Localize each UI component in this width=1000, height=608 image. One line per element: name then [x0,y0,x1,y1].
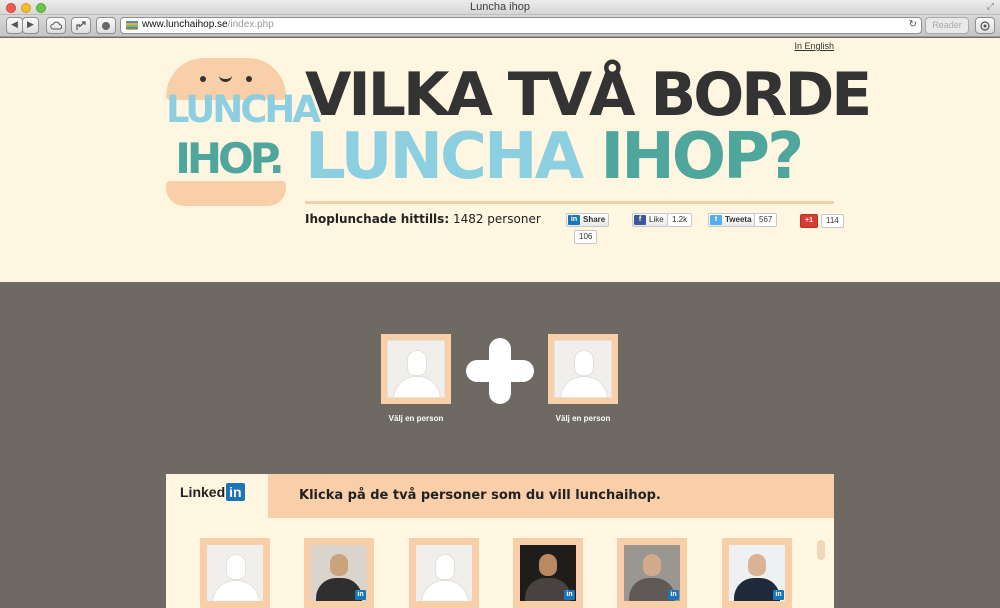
linkedin-badge-icon: in [773,590,784,600]
person-card[interactable]: in [304,538,374,608]
person-card[interactable]: in [722,538,792,608]
person-photo: in [311,545,367,601]
facebook-like-label: Like [649,215,664,224]
cloud-icon [50,21,63,30]
headline-line-1: VILKA TVÅ BORDE [305,60,872,130]
empty-avatar [554,340,612,398]
linkedin-logo-in: in [226,483,245,501]
linkedin-logo: Linked in [180,483,245,501]
logo-text-luncha: LUNCHA [166,88,321,131]
person-photo: in [729,545,785,601]
google-plus-icon: +1 [805,217,813,224]
person-picker: Välj en person Välj en person [0,282,1000,472]
logo-smile [219,74,232,82]
headline-line-2: LUNCHA IHOP? [305,120,804,194]
headline-word-luncha: LUNCHA [305,120,584,194]
browser-toolbar: ◀ ▶ www.lunchaihop.se/index.php ↻ Reader [0,15,1000,37]
url-domain: www.lunchaihop.se [142,19,228,30]
reload-icon[interactable]: ↻ [909,19,917,30]
person-card[interactable] [200,538,270,608]
linkedin-share-label: Share [583,215,606,224]
downloads-button[interactable] [975,17,995,34]
logo-eye-left [200,76,206,82]
fullscreen-icon[interactable]: ⤢ [987,2,994,12]
silhouette-body-icon [213,581,259,601]
silhouette-head-icon [436,555,454,579]
person-slot-1-label: Välj en person [388,414,444,423]
address-text: www.lunchaihop.se/index.php [142,19,274,30]
plus-icon-horizontal [466,360,534,382]
forward-arrow-icon: ▶ [27,20,34,30]
linkedin-logo-text: Linked [180,484,226,500]
google-plus-count: 114 [821,214,844,228]
back-button[interactable]: ◀ [6,17,23,34]
linkedin-connections-panel: Linked in Klicka på de två personer som d… [166,474,834,608]
twitter-tweet-button[interactable]: t Tweeta [708,213,756,227]
google-plus-button[interactable]: +1 [800,214,818,228]
downloads-icon [980,21,990,31]
window-title: Luncha ihop [470,1,530,13]
photo-head [539,554,557,576]
logo-eye-right [246,76,252,82]
icloud-tabs-button[interactable] [46,17,66,34]
reader-button[interactable]: Reader [925,17,969,34]
linkedin-badge-icon: in [564,590,575,600]
person-photo: in [624,545,680,601]
address-bar[interactable]: www.lunchaihop.se/index.php ↻ [120,17,922,34]
luncha-ihop-logo[interactable]: LUNCHA IHOP. [166,58,321,206]
empty-avatar [387,340,445,398]
panel-instruction: Klicka på de två personer som du vill lu… [299,488,661,503]
url-path: /index.php [227,19,274,30]
person-slot-1[interactable] [381,334,451,404]
linkedin-badge-icon: in [668,590,679,600]
back-arrow-icon: ◀ [11,20,18,30]
page-header: In English LUNCHA IHOP. VILKA TVÅ BORDE … [0,38,1000,282]
photo-head [330,554,348,576]
counter-value: 1482 personer [452,212,541,226]
silhouette-body-icon [422,581,468,601]
empty-avatar [207,545,263,601]
logo-bun-bottom [166,181,286,206]
silhouette-head-icon [575,351,593,375]
facebook-like-count: 1.2k [667,213,693,227]
linkedin-badge-icon: in [355,590,366,600]
person-card[interactable]: in [617,538,687,608]
top-sites-icon [102,22,110,30]
empty-avatar [416,545,472,601]
facebook-icon: f [634,215,646,225]
person-slot-2-label: Välj en person [555,414,611,423]
window-titlebar: Luncha ihop ⤢ [0,0,1000,15]
in-english-link[interactable]: In English [794,41,834,51]
linkedin-share-count: 106 [574,230,598,244]
silhouette-body-icon [561,377,607,397]
top-sites-button[interactable] [96,17,116,34]
share-page-button[interactable] [71,17,91,34]
facebook-like-button[interactable]: f Like [632,213,668,227]
silhouette-body-icon [394,377,440,397]
logo-text-ihop: IHOP. [175,134,285,183]
person-card[interactable] [409,538,479,608]
headline-divider [305,201,834,204]
share-arrow-icon [75,21,86,30]
linkedin-share-button[interactable]: in Share [566,213,610,227]
panel-scrollbar[interactable] [817,540,825,560]
lunch-counter: Ihoplunchade hittills: 1482 personer [305,212,541,226]
headline-word-ihop: IHOP? [600,120,804,194]
person-slot-2[interactable] [548,334,618,404]
counter-label: Ihoplunchade hittills: [305,212,450,226]
forward-button[interactable]: ▶ [22,17,39,34]
panel-header: Klicka på de två personer som du vill lu… [268,474,834,518]
twitter-tweet-count: 567 [754,213,778,227]
silhouette-head-icon [227,555,245,579]
twitter-icon: t [710,215,722,225]
silhouette-head-icon [408,351,426,375]
person-photo: in [520,545,576,601]
twitter-tweet-label: Tweeta [725,215,752,224]
linkedin-icon: in [568,215,580,225]
photo-head [748,554,766,576]
photo-head [643,554,661,576]
site-favicon-icon [126,21,138,30]
person-card[interactable]: in [513,538,583,608]
